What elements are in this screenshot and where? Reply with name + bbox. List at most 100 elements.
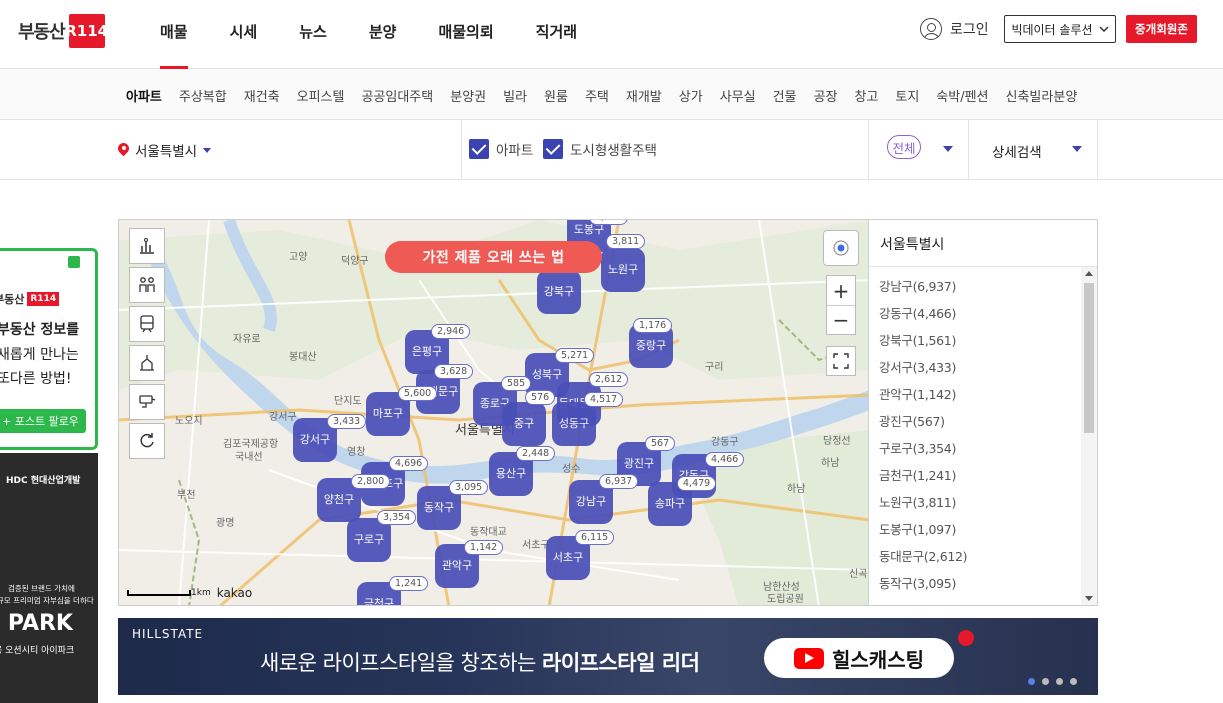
- cluster-count-badge[interactable]: 2,800: [351, 474, 391, 489]
- category-5[interactable]: 분양권: [450, 86, 486, 105]
- category-6[interactable]: 빌라: [503, 86, 527, 105]
- cluster-count-badge[interactable]: 1,241: [389, 576, 429, 591]
- post-follow-ad[interactable]: 부동산 R114 부동산 정보를 새롭게 만나는 또다른 방법! + 포스트 팔…: [0, 248, 98, 450]
- district-list-item[interactable]: 관악구(1,142): [879, 381, 1079, 408]
- all-type-chip[interactable]: 전체: [887, 135, 921, 159]
- detail-search-dropdown[interactable]: 상세검색: [992, 141, 1042, 161]
- cluster-count-badge[interactable]: 1,097: [589, 220, 629, 225]
- district-cluster-marker[interactable]: 중구: [502, 402, 546, 446]
- district-list-item[interactable]: 금천구(1,241): [879, 462, 1079, 489]
- district-cluster-marker[interactable]: 강북구: [537, 270, 581, 314]
- scroll-thumb[interactable]: [1084, 283, 1094, 433]
- category-3[interactable]: 오피스텔: [297, 86, 345, 105]
- promo-banner[interactable]: 가전 제품 오래 쓰는 법: [385, 241, 602, 273]
- region-select[interactable]: 서울특별시: [118, 140, 212, 160]
- cluster-count-badge[interactable]: 1,176: [633, 318, 673, 333]
- category-8[interactable]: 주택: [585, 86, 609, 105]
- category-10[interactable]: 상가: [679, 86, 703, 105]
- zoom-in-button[interactable]: +: [827, 276, 855, 305]
- caret-down-icon[interactable]: [943, 146, 953, 152]
- bigdata-solution-dropdown[interactable]: 빅데이터 솔루션: [1004, 15, 1116, 43]
- district-list-item[interactable]: 동대문구(2,612): [879, 543, 1079, 570]
- cluster-count-badge[interactable]: 4,466: [705, 452, 745, 467]
- category-2[interactable]: 재건축: [244, 86, 280, 105]
- cluster-count-badge[interactable]: 6,937: [599, 474, 639, 489]
- post-follow-button[interactable]: + 포스트 팔로우: [0, 409, 86, 433]
- side-panel-scrollbar[interactable]: [1081, 267, 1097, 605]
- partner-zone-button[interactable]: 중개회원존: [1126, 15, 1197, 43]
- district-cluster-marker[interactable]: 성동구: [552, 402, 596, 446]
- cluster-count-badge[interactable]: 585: [501, 376, 532, 391]
- category-12[interactable]: 건물: [773, 86, 797, 105]
- nav-item-direct-deal[interactable]: 직거래: [536, 0, 577, 69]
- category-16[interactable]: 숙박/펜션: [936, 86, 988, 105]
- category-0[interactable]: 아파트: [126, 86, 162, 105]
- login-link[interactable]: 로그인: [920, 18, 989, 40]
- nav-item-prices[interactable]: 시세: [230, 0, 258, 69]
- category-15[interactable]: 토지: [895, 86, 919, 105]
- category-14[interactable]: 창고: [854, 86, 878, 105]
- nav-item-listings[interactable]: 매물: [160, 0, 188, 69]
- cluster-count-badge[interactable]: 3,811: [606, 234, 646, 249]
- district-cluster-marker[interactable]: 노원구: [601, 248, 645, 292]
- hills-casting-button[interactable]: 힐스캐스팅: [764, 638, 954, 678]
- category-13[interactable]: 공장: [814, 86, 838, 105]
- hdc-ipark-ad[interactable]: HDC 현대산업개발 검증된 브랜드 가치에 대규모 프리미엄 자부심을 더하다…: [0, 453, 98, 703]
- cluster-count-badge[interactable]: 2,612: [589, 372, 629, 387]
- cluster-count-badge[interactable]: 6,115: [575, 530, 615, 545]
- urban-housing-checkbox[interactable]: 도시형생활주택: [543, 139, 657, 159]
- area-tool-button[interactable]: [129, 345, 165, 381]
- caret-down-icon[interactable]: [1072, 146, 1082, 152]
- category-1[interactable]: 주상복합: [179, 86, 227, 105]
- carousel-dot[interactable]: [1070, 678, 1077, 685]
- cluster-count-badge[interactable]: 3,095: [449, 480, 489, 495]
- carousel-dot[interactable]: [1042, 678, 1049, 685]
- school-tool-button[interactable]: [129, 267, 165, 303]
- cluster-count-badge[interactable]: 567: [645, 436, 676, 451]
- cluster-count-badge[interactable]: 576: [525, 390, 556, 405]
- map-view[interactable]: 고양 덕양구 자유로 봉대산 단지도 강서구 노오지 김포국제공항 국내선 영창 서울특별시 구리 강동…: [118, 219, 869, 606]
- cluster-count-badge[interactable]: 3,354: [377, 510, 417, 525]
- apartment-checkbox[interactable]: 아파트: [469, 139, 533, 159]
- cluster-count-badge[interactable]: 4,479: [677, 476, 717, 491]
- district-list-item[interactable]: 마포구(5,600): [879, 597, 1079, 603]
- category-4[interactable]: 공공임대주택: [361, 86, 433, 105]
- district-list-item[interactable]: 강동구(4,466): [879, 300, 1079, 327]
- cluster-count-badge[interactable]: 5,271: [555, 348, 595, 363]
- district-list-item[interactable]: 노원구(3,811): [879, 489, 1079, 516]
- cluster-count-badge[interactable]: 5,600: [398, 386, 438, 401]
- cluster-count-badge[interactable]: 2,946: [431, 324, 471, 339]
- scroll-down-icon[interactable]: [1085, 596, 1093, 601]
- district-list-item[interactable]: 강남구(6,937): [879, 273, 1079, 300]
- cluster-count-badge[interactable]: 4,696: [389, 456, 429, 471]
- district-list-item[interactable]: 동작구(3,095): [879, 570, 1079, 597]
- site-logo[interactable]: 부동산 R114: [18, 14, 108, 48]
- zoom-out-button[interactable]: −: [827, 305, 855, 334]
- chart-tool-button[interactable]: [129, 228, 165, 264]
- district-list-item[interactable]: 구로구(3,354): [879, 435, 1079, 462]
- category-7[interactable]: 원룸: [544, 86, 568, 105]
- nav-item-news[interactable]: 뉴스: [299, 0, 327, 69]
- cctv-tool-button[interactable]: [129, 384, 165, 420]
- fullscreen-button[interactable]: [826, 346, 856, 376]
- cluster-count-badge[interactable]: 4,517: [584, 392, 624, 407]
- district-list-item[interactable]: 강북구(1,561): [879, 327, 1079, 354]
- district-list-item[interactable]: 도봉구(1,097): [879, 516, 1079, 543]
- nav-item-listing-request[interactable]: 매물의뢰: [438, 0, 493, 69]
- cluster-count-badge[interactable]: 3,433: [327, 414, 367, 429]
- carousel-dot[interactable]: [1028, 678, 1035, 685]
- category-11[interactable]: 사무실: [720, 86, 756, 105]
- category-9[interactable]: 재개발: [626, 86, 662, 105]
- cluster-count-badge[interactable]: 3,628: [434, 364, 474, 379]
- district-list-item[interactable]: 광진구(567): [879, 408, 1079, 435]
- nav-item-presale[interactable]: 분양: [369, 0, 397, 69]
- refresh-button[interactable]: [129, 423, 165, 459]
- cluster-count-badge[interactable]: 1,142: [464, 540, 504, 555]
- subway-tool-button[interactable]: [129, 306, 165, 342]
- district-list-item[interactable]: 강서구(3,433): [879, 354, 1079, 381]
- category-17[interactable]: 신축빌라분양: [1006, 86, 1078, 105]
- cluster-count-badge[interactable]: 2,448: [516, 446, 556, 461]
- current-location-button[interactable]: [823, 230, 859, 266]
- hillstate-banner[interactable]: HILLSTATE 새로운 라이프스타일을 창조하는 라이프스타일 리더 힐스캐…: [118, 618, 1098, 695]
- carousel-dot[interactable]: [1056, 678, 1063, 685]
